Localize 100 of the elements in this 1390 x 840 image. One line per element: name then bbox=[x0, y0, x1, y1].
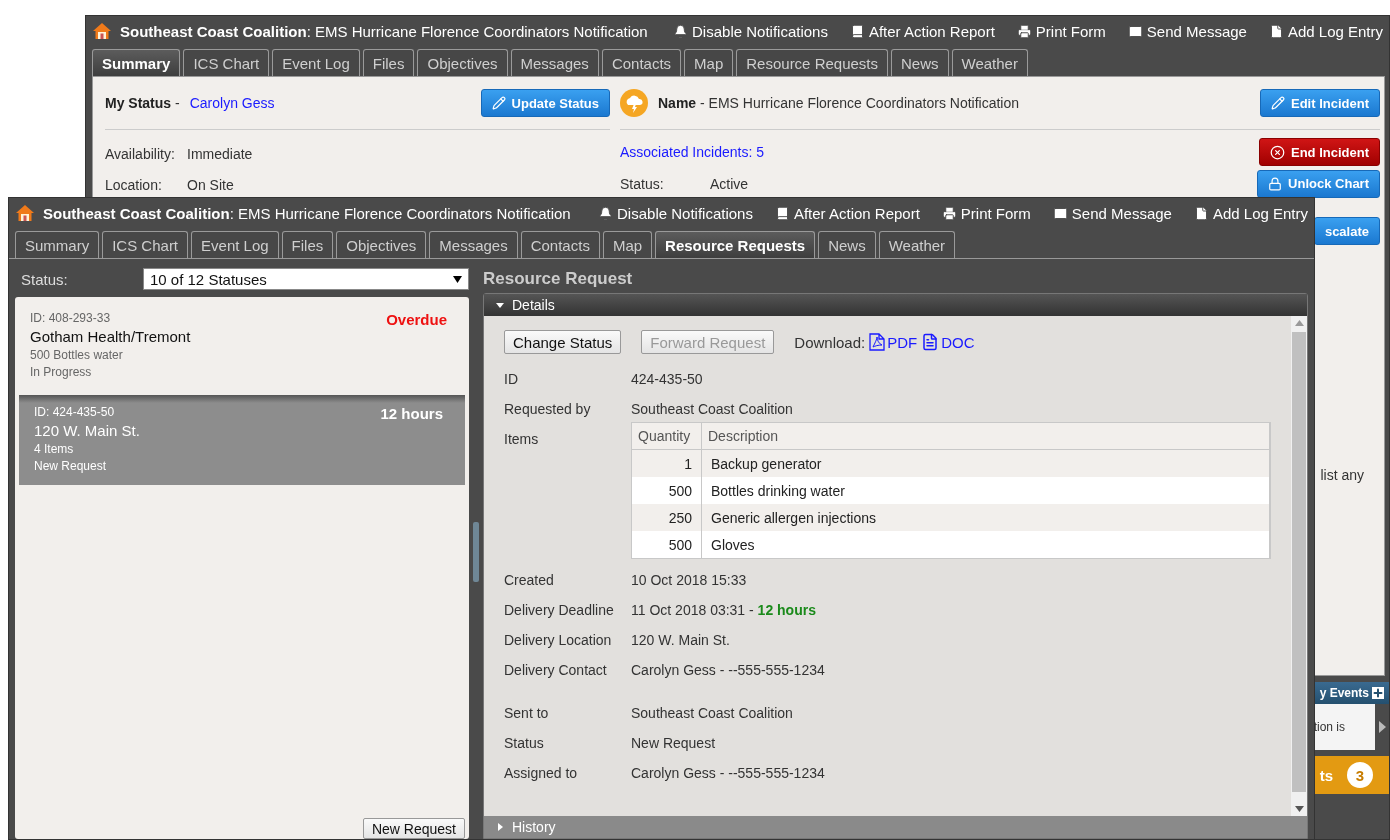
tab[interactable]: ICS Chart bbox=[183, 49, 270, 76]
unlock-chart-button[interactable]: Unlock Chart bbox=[1257, 169, 1380, 198]
pencil-icon bbox=[491, 96, 506, 110]
toolbar-link[interactable]: Send Message bbox=[1052, 204, 1172, 222]
tab[interactable]: Summary bbox=[15, 231, 100, 258]
tab[interactable]: Map bbox=[602, 231, 653, 258]
request-due: 12 hours bbox=[380, 405, 443, 424]
request-due: Overdue bbox=[386, 311, 447, 330]
tab[interactable]: Summary bbox=[92, 49, 181, 76]
update-status-button[interactable]: Update Status bbox=[480, 89, 610, 117]
request-name: 120 W. Main St. bbox=[34, 422, 140, 439]
toolbar-link[interactable]: Disable Notifications bbox=[673, 22, 828, 40]
request-id: ID: 408-293-33 bbox=[30, 311, 112, 325]
request-item[interactable]: ID: 424-435-50 120 W. Main St. 4 Items New Request 12 hours bbox=[19, 395, 465, 485]
associated-incidents-link[interactable]: Associated Incidents: 5 bbox=[620, 144, 764, 160]
pencil-icon bbox=[1271, 96, 1285, 110]
detail-value: New Request bbox=[631, 735, 716, 751]
escalate-button[interactable]: scalate bbox=[1314, 217, 1380, 245]
tab[interactable]: News bbox=[891, 49, 949, 76]
download-link[interactable]: PDF bbox=[869, 333, 918, 351]
printer-icon bbox=[1016, 23, 1032, 39]
request-status: In Progress bbox=[30, 365, 93, 379]
arrow-right-icon bbox=[1378, 721, 1386, 733]
toolbar-link[interactable]: After Action Report bbox=[849, 22, 995, 40]
request-status: New Request bbox=[34, 459, 108, 473]
download-link[interactable]: DOC bbox=[921, 333, 975, 351]
scroll-up-icon[interactable] bbox=[1294, 320, 1304, 326]
detail-label: Assigned to bbox=[504, 765, 579, 781]
scroll-thumb[interactable] bbox=[1292, 332, 1306, 792]
table-cell: 500 bbox=[632, 531, 702, 558]
detail-label: Sent to bbox=[504, 705, 550, 721]
edit-incident-button[interactable]: Edit Incident bbox=[1260, 89, 1380, 117]
change-status-button[interactable]: Change Status bbox=[504, 330, 622, 354]
lock-icon bbox=[1268, 176, 1283, 191]
tab[interactable]: Resource Requests bbox=[736, 49, 888, 76]
house-icon bbox=[92, 21, 112, 41]
tab[interactable]: Files bbox=[281, 231, 334, 258]
tab[interactable]: Resource Requests bbox=[655, 231, 816, 258]
window-title: Southeast Coast Coalition: EMS Hurricane Florence Coordinators Notification bbox=[43, 204, 572, 222]
new-request-button[interactable]: New Request bbox=[362, 818, 465, 839]
history-header[interactable]: History bbox=[484, 816, 1307, 838]
detail-value: 10 Oct 2018 15:33 bbox=[631, 572, 747, 588]
tab[interactable]: Weather bbox=[878, 231, 956, 258]
detail-value: 424-435-50 bbox=[631, 371, 703, 387]
document-icon bbox=[1193, 205, 1209, 221]
field-label: Availability: bbox=[105, 145, 176, 162]
user-link[interactable]: Carolyn Gess bbox=[189, 95, 275, 111]
splitter-handle-icon[interactable] bbox=[473, 522, 479, 582]
detail-label: Requested by bbox=[504, 401, 592, 417]
alerts-count: 3 bbox=[1347, 762, 1373, 788]
tab[interactable]: Event Log bbox=[272, 49, 360, 76]
tab[interactable]: Contacts bbox=[601, 49, 682, 76]
caret-icon bbox=[453, 275, 462, 283]
toolbar-link[interactable]: Disable Notifications bbox=[598, 204, 753, 222]
toolbar-link[interactable]: Add Log Entry bbox=[1268, 22, 1383, 40]
status-label: Status: bbox=[21, 270, 68, 288]
detail-label: ID bbox=[504, 371, 519, 387]
tab[interactable]: Messages bbox=[429, 231, 518, 258]
detail-label: Status bbox=[504, 735, 545, 751]
toolbar-link[interactable]: Add Log Entry bbox=[1193, 204, 1308, 222]
status-select[interactable]: 10 of 12 Statuses bbox=[143, 268, 469, 290]
detail-label: Items bbox=[504, 430, 540, 447]
detail-value: Carolyn Gess - --555-555-1234 bbox=[631, 662, 825, 678]
plus-icon[interactable] bbox=[1372, 687, 1384, 699]
toolbar-link[interactable]: After Action Report bbox=[774, 204, 920, 222]
envelope-icon bbox=[1127, 23, 1143, 39]
end-incident-button[interactable]: End Incident bbox=[1259, 138, 1380, 166]
document-icon bbox=[921, 333, 940, 351]
detail-value: 120 W. Main St. bbox=[631, 632, 730, 648]
my-status-label: My Status - bbox=[105, 95, 180, 111]
toolbar-link[interactable]: Print Form bbox=[941, 204, 1031, 222]
request-id: ID: 424-435-50 bbox=[34, 405, 116, 419]
file-icon bbox=[869, 333, 886, 351]
tab[interactable]: Objectives bbox=[336, 231, 427, 258]
field-label: Location: bbox=[105, 176, 163, 193]
table-cell: Gloves bbox=[702, 531, 1270, 558]
detail-label: Delivery Deadline bbox=[504, 602, 615, 618]
close-circle-icon bbox=[1270, 144, 1285, 160]
tab[interactable]: Objectives bbox=[417, 49, 508, 76]
tab[interactable]: News bbox=[818, 231, 876, 258]
book-icon bbox=[849, 23, 865, 39]
detail-value: Carolyn Gess - --555-555-1234 bbox=[631, 765, 825, 781]
scrollbar[interactable] bbox=[1291, 316, 1307, 816]
events-title: y Events bbox=[1319, 686, 1369, 700]
toolbar-link[interactable]: Print Form bbox=[1016, 22, 1106, 40]
tab[interactable]: Messages bbox=[510, 49, 599, 76]
tab[interactable]: Contacts bbox=[520, 231, 600, 258]
detail-value: Southeast Coast Coalition bbox=[631, 705, 793, 721]
tab[interactable]: Weather bbox=[951, 49, 1028, 76]
request-detail: 4 Items bbox=[34, 442, 75, 456]
scroll-down-icon[interactable] bbox=[1294, 806, 1304, 812]
toolbar-link[interactable]: Send Message bbox=[1127, 22, 1247, 40]
tab[interactable]: Event Log bbox=[191, 231, 279, 258]
next-button[interactable] bbox=[1375, 704, 1389, 750]
tab[interactable]: ICS Chart bbox=[102, 231, 189, 258]
tab[interactable]: Map bbox=[684, 49, 734, 76]
request-item[interactable]: ID: 408-293-33 Gotham Health/Tremont 500 Bottles water In Progress Overdue bbox=[15, 301, 469, 391]
bell-icon bbox=[673, 23, 689, 39]
details-header[interactable]: Details bbox=[484, 294, 1307, 316]
tab[interactable]: Files bbox=[362, 49, 415, 76]
